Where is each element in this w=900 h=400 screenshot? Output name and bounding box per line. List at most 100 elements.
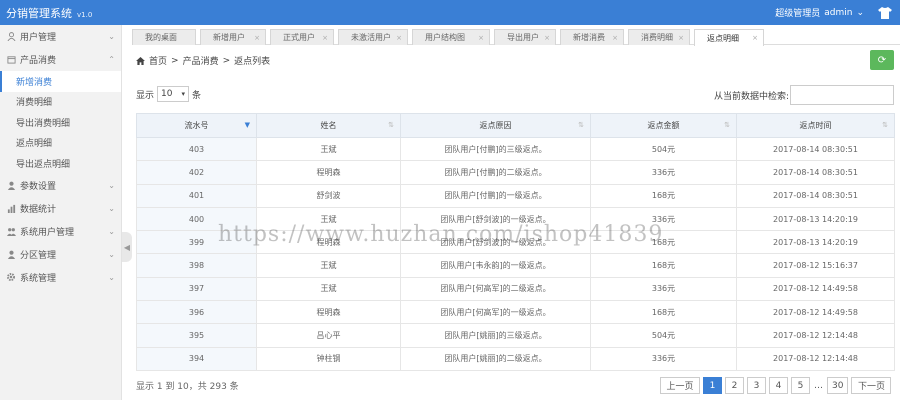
cell-amount: 168元 <box>590 183 737 208</box>
tab-formal-user[interactable]: 正式用户 × <box>270 29 334 45</box>
cell-name: 王斌 <box>256 276 401 302</box>
cell-serial: 402 <box>136 160 257 185</box>
sort-icon: ⇅ <box>882 121 888 129</box>
page-button-1[interactable]: 1 <box>703 377 722 394</box>
close-icon[interactable]: × <box>612 34 618 42</box>
gear-icon <box>6 272 16 282</box>
cell-amount: 504元 <box>590 323 737 348</box>
sidebar-item-export-rebate[interactable]: 导出返点明细 <box>0 153 121 174</box>
column-header-reason[interactable]: 返点原因 ⇅ <box>400 113 591 138</box>
table-row: 400 王斌 团队用户[舒剑波]的一级返点。 336元 2017-08-13 14:20… <box>136 206 895 232</box>
page-button-3[interactable]: 3 <box>747 377 766 394</box>
tab-new-user[interactable]: 新增用户 × <box>200 29 266 45</box>
cell-amount: 336元 <box>590 276 737 302</box>
cell-serial: 395 <box>136 323 257 348</box>
tab-new-consumption[interactable]: 新增消费 × <box>560 29 624 45</box>
user-menu[interactable]: 超级管理员 admin ⌄ <box>775 6 900 19</box>
user-name[interactable]: admin <box>824 8 852 18</box>
table-row: 396 程明森 团队用户[何高军]的一级返点。 168元 2017-08-12 14:4… <box>136 300 895 325</box>
cell-reason: 团队用户[舒剑波]的一级返点。 <box>400 230 591 255</box>
sidebar-item-rebate-detail[interactable]: 返点明细 <box>0 133 121 154</box>
tab-rebate-detail[interactable]: 返点明细 × <box>694 29 764 46</box>
cell-time: 2017-08-13 14:20:19 <box>736 230 895 255</box>
table-row: 395 吕心平 团队用户[姚丽]的三级返点。 504元 2017-08-12 12:14… <box>136 323 895 348</box>
close-icon[interactable]: × <box>478 34 484 42</box>
sidebar-group-product-consumption[interactable]: 产品消费 ⌃ <box>0 48 121 71</box>
cell-amount: 336元 <box>590 346 737 371</box>
cell-amount: 336元 <box>590 160 737 185</box>
pagination: 上一页 1 2 3 4 5 … 30 下一页 <box>660 377 892 394</box>
tab-label: 新增用户 <box>213 33 245 42</box>
close-icon[interactable]: × <box>752 34 758 42</box>
sidebar-group-label: 参数设置 <box>20 181 57 192</box>
user-icon <box>6 249 16 259</box>
close-icon[interactable]: × <box>544 34 550 42</box>
chart-icon <box>6 203 16 213</box>
chevron-up-icon: ⌃ <box>108 55 115 64</box>
sidebar-group-system-users[interactable]: 系统用户管理 ⌄ <box>0 220 121 243</box>
sort-icon: ⇅ <box>724 121 730 129</box>
tab-inactive-user[interactable]: 未激活用户 × <box>338 29 408 45</box>
search-input[interactable] <box>790 85 895 105</box>
sidebar-item-new-consumption[interactable]: 新增消费 <box>0 71 121 92</box>
tab-my-desktop[interactable]: 我的桌面 <box>132 29 196 45</box>
cell-time: 2017-08-13 14:20:19 <box>736 206 895 232</box>
sidebar-item-export-consumption[interactable]: 导出消费明细 <box>0 112 121 133</box>
prev-page-button[interactable]: 上一页 <box>660 377 700 394</box>
page-button-5[interactable]: 5 <box>791 377 810 394</box>
user-icon <box>6 180 16 190</box>
unit-label: 条 <box>192 90 202 101</box>
chevron-down-icon: ⌄ <box>108 203 115 213</box>
cell-time: 2017-08-12 14:49:58 <box>736 276 895 302</box>
cell-name: 舒剑波 <box>256 183 401 208</box>
column-header-serial[interactable]: 流水号 ▼ <box>136 113 257 138</box>
sidebar-group-parameter-settings[interactable]: 参数设置 ⌄ <box>0 174 121 197</box>
sidebar-item-consumption-detail[interactable]: 消费明细 <box>0 92 121 113</box>
cell-amount: 168元 <box>590 300 737 325</box>
column-header-amount[interactable]: 返点金额 ⇅ <box>590 113 737 138</box>
breadcrumb-home[interactable]: 首页 <box>149 54 167 67</box>
cell-reason: 团队用户[舒剑波]的一级返点。 <box>400 206 591 232</box>
close-icon[interactable]: × <box>678 34 684 42</box>
skin-shirt-icon[interactable] <box>878 6 892 19</box>
cell-amount: 504元 <box>590 136 737 162</box>
refresh-button[interactable]: ⟳ <box>870 50 894 70</box>
cell-time: 2017-08-12 15:16:37 <box>736 253 895 278</box>
cell-serial: 396 <box>136 300 257 325</box>
tab-user-structure[interactable]: 用户结构图 × <box>412 29 490 45</box>
user-icon <box>6 32 16 42</box>
cell-reason: 团队用户[付鹏]的三级返点。 <box>400 136 591 162</box>
page-button-last[interactable]: 30 <box>827 377 849 394</box>
cell-reason: 团队用户[何高军]的一级返点。 <box>400 300 591 325</box>
sidebar-group-zone-management[interactable]: 分区管理 ⌄ <box>0 243 121 266</box>
tab-bar: 我的桌面 新增用户 × 正式用户 × 未激活用户 × 用户结构图 × 导出用户 × 新增消… <box>132 29 900 46</box>
chevron-down-icon: ⌄ <box>856 7 864 18</box>
close-icon[interactable]: × <box>322 34 328 42</box>
sidebar-group-user-management[interactable]: 用户管理 ⌄ <box>0 25 121 48</box>
sidebar-group-label: 系统用户管理 <box>20 227 75 238</box>
tab-export-user[interactable]: 导出用户 × <box>494 29 556 45</box>
sidebar-group-label: 用户管理 <box>20 33 57 43</box>
sidebar-group-system-management[interactable]: 系统管理 ⌄ <box>0 266 121 289</box>
page-length-select[interactable]: 10 ▾ <box>157 86 190 102</box>
page-button-2[interactable]: 2 <box>725 377 744 394</box>
column-header-label: 姓名 <box>320 121 337 130</box>
cell-time: 2017-08-14 08:30:51 <box>736 136 895 162</box>
next-page-button[interactable]: 下一页 <box>851 377 892 394</box>
cell-serial: 397 <box>136 276 257 302</box>
sidebar-collapse-handle[interactable]: ◀ <box>122 232 132 262</box>
column-header-time[interactable]: 返点时间 ⇅ <box>736 113 895 138</box>
table-search: 从当前数据中检索: <box>714 85 895 105</box>
cell-amount: 168元 <box>590 253 737 278</box>
breadcrumb-level2: 返点列表 <box>234 57 271 67</box>
column-header-name[interactable]: 姓名 ⇅ <box>256 113 401 138</box>
page-button-4[interactable]: 4 <box>769 377 788 394</box>
table-row: 398 王斌 团队用户[韦永韵]的一级返点。 168元 2017-08-12 15:16… <box>136 253 895 278</box>
tab-label: 消费明细 <box>641 33 673 42</box>
close-icon[interactable]: × <box>396 34 402 42</box>
close-icon[interactable]: × <box>254 34 260 42</box>
cell-name: 王斌 <box>256 136 401 162</box>
cell-name: 王斌 <box>256 253 401 278</box>
sidebar-group-statistics[interactable]: 数据统计 ⌄ <box>0 197 121 220</box>
tab-consumption-detail[interactable]: 消费明细 × <box>628 29 690 45</box>
